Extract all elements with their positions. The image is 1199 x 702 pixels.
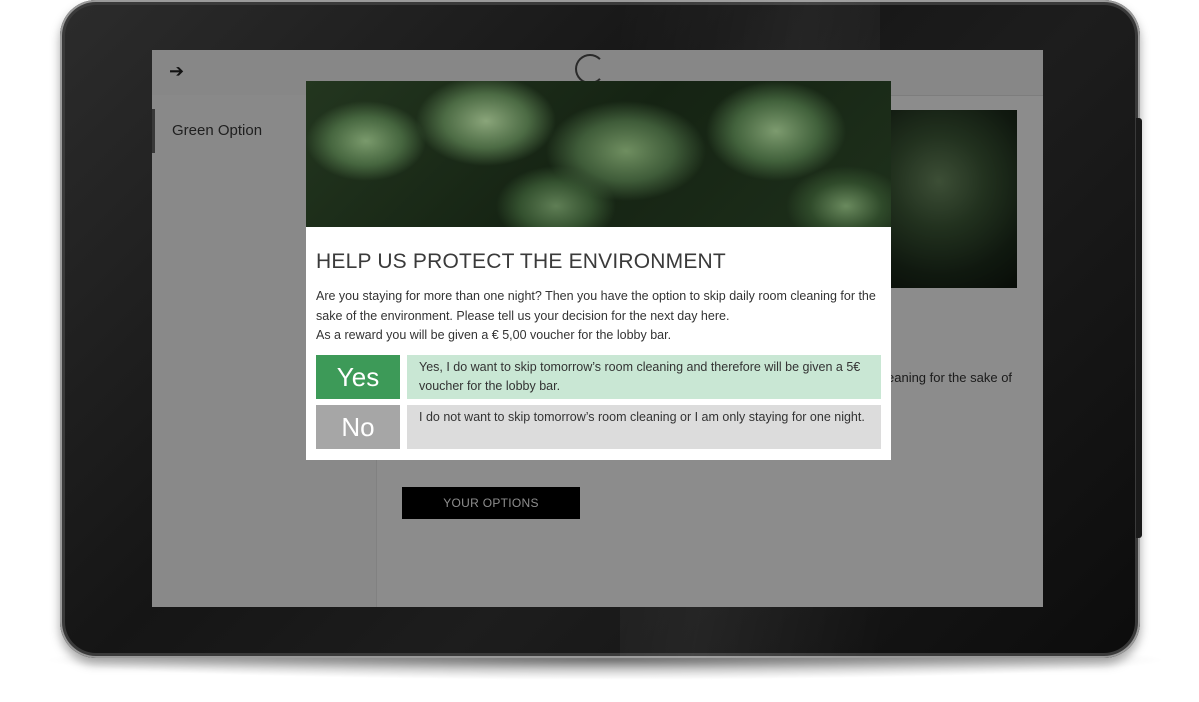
loading-spinner-icon <box>575 54 605 84</box>
option-no-row[interactable]: No I do not want to skip tomorrow’s room… <box>316 405 881 449</box>
option-yes-row[interactable]: Yes Yes, I do want to skip tomorrow’s ro… <box>316 355 881 399</box>
modal-description-line-1: Are you staying for more than one night?… <box>316 289 876 323</box>
leaves-banner-image <box>306 81 891 227</box>
no-option-text[interactable]: I do not want to skip tomorrow’s room cl… <box>407 405 881 449</box>
yes-button[interactable]: Yes <box>316 355 400 399</box>
modal-description-line-2: As a reward you will be given a € 5,00 v… <box>316 328 672 342</box>
green-option-modal: HELP US PROTECT THE ENVIRONMENT Are you … <box>306 81 891 460</box>
tablet-screen: ➔ Green Option eaning for the sake of YO… <box>152 50 1043 607</box>
tablet-side-button <box>1136 118 1142 538</box>
no-button[interactable]: No <box>316 405 400 449</box>
modal-title: HELP US PROTECT THE ENVIRONMENT <box>316 250 726 273</box>
yes-option-text[interactable]: Yes, I do want to skip tomorrow’s room c… <box>407 355 881 399</box>
modal-description: Are you staying for more than one night?… <box>316 287 881 346</box>
